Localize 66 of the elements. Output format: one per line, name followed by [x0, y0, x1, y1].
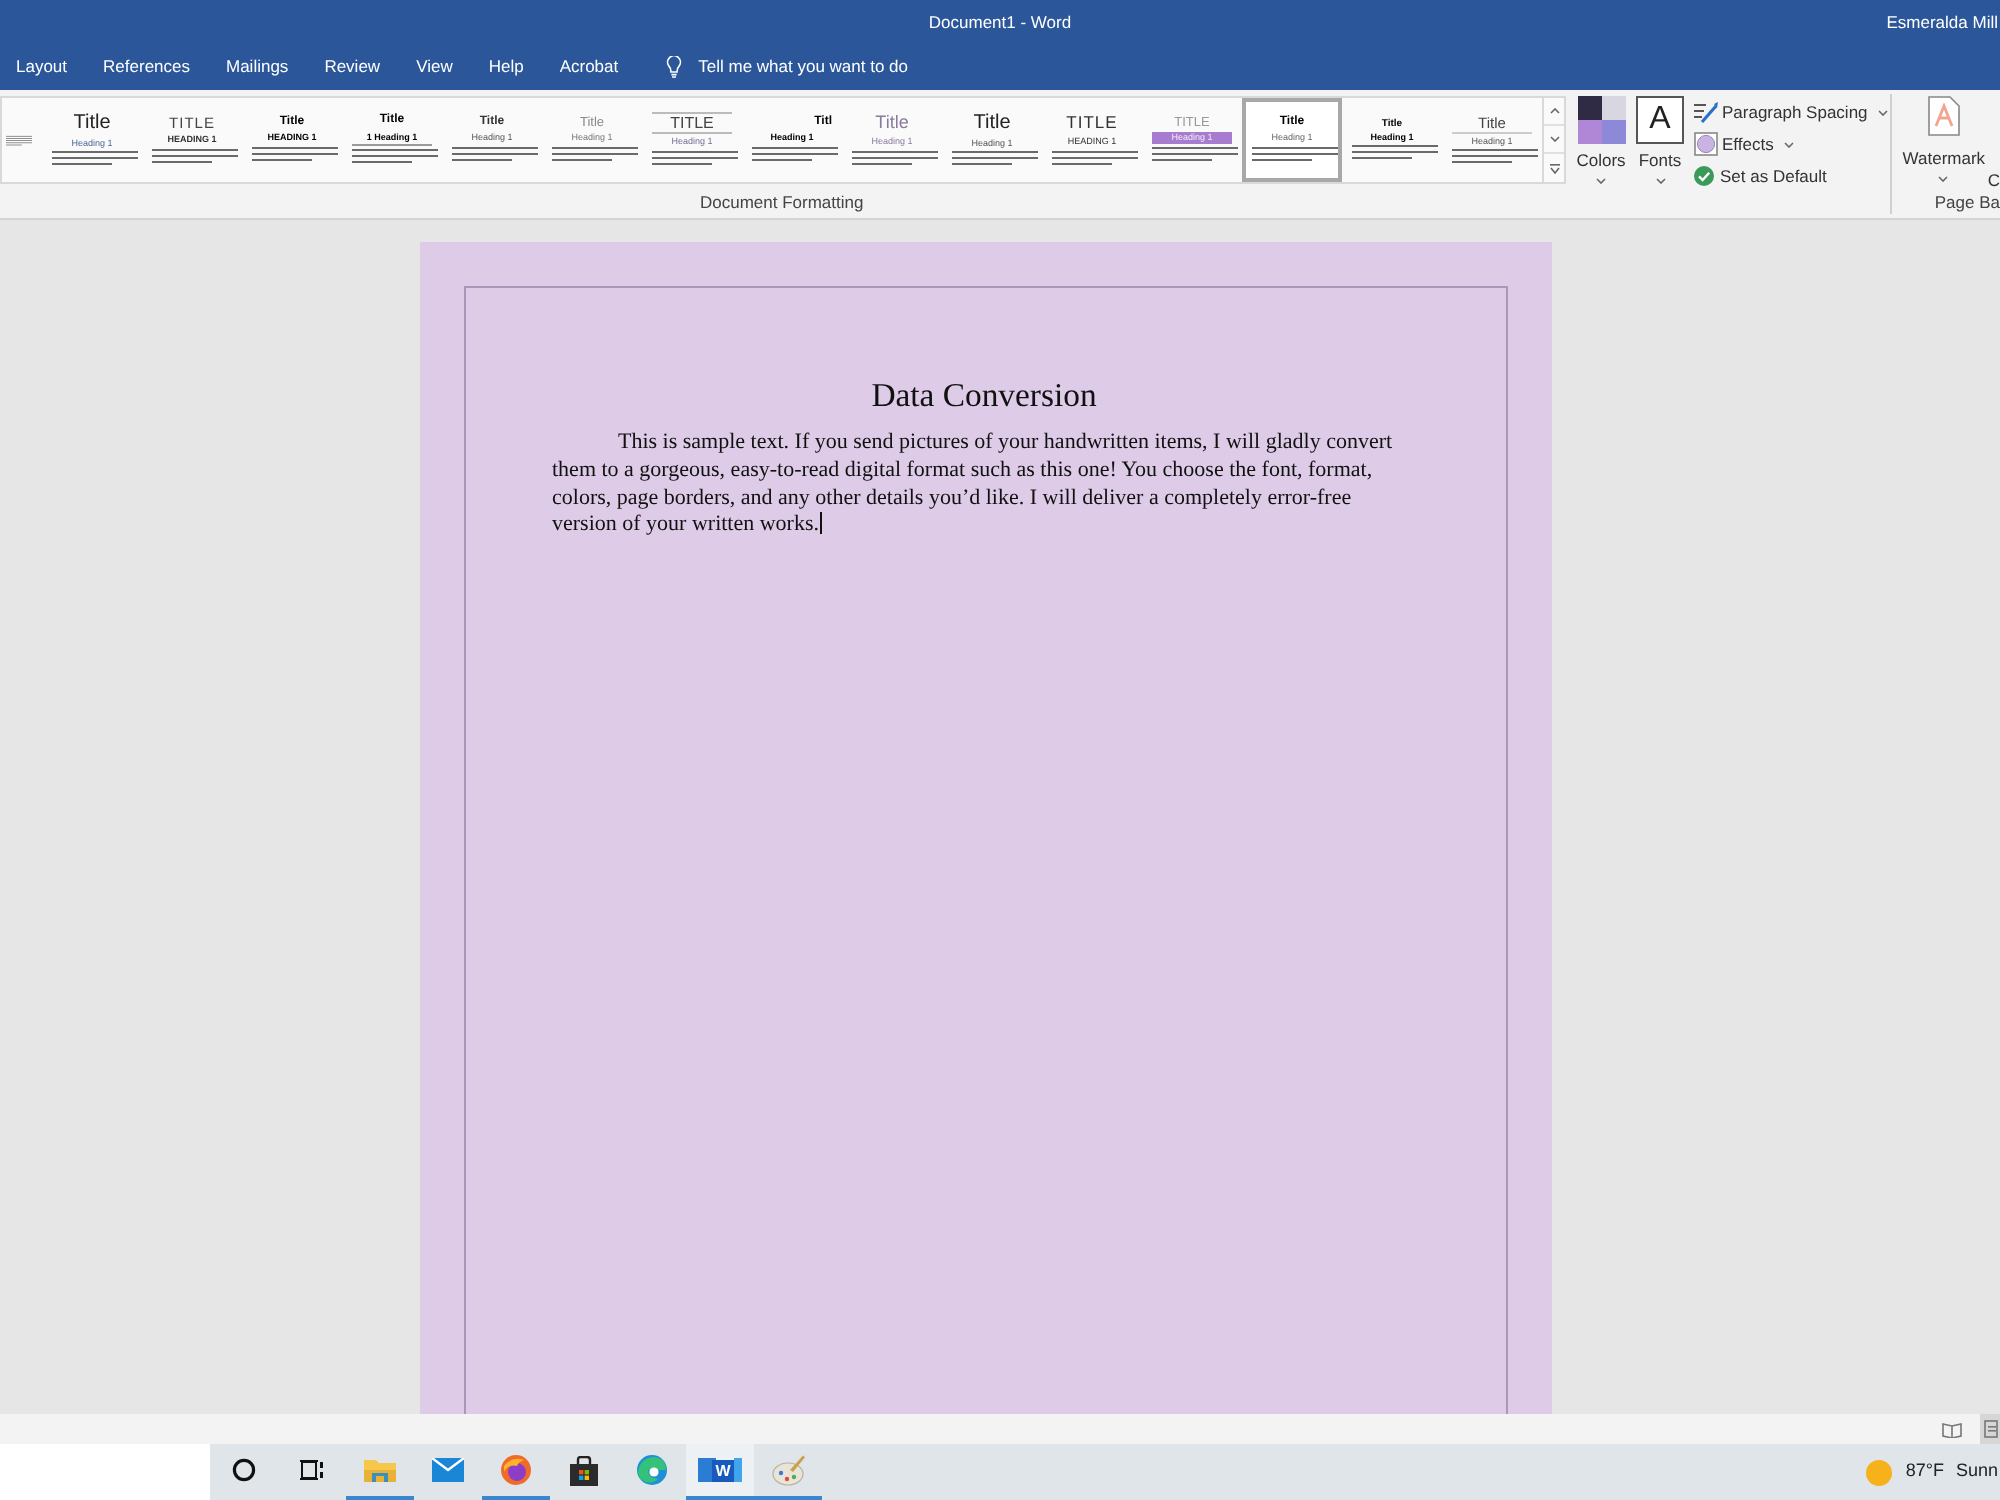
- ribbon-tab[interactable]: View: [408, 47, 461, 87]
- caret-up-icon: [1549, 108, 1559, 114]
- text-lines-icon: [752, 146, 838, 165]
- effects-icon: [1694, 132, 1718, 156]
- user-name: Esmeralda Mill: [1886, 9, 1998, 35]
- document-title: Data Conversion: [869, 376, 1099, 414]
- caret-down-icon: [1938, 176, 1949, 182]
- text-lines-icon: [452, 146, 538, 165]
- text-lines-icon: [352, 147, 438, 166]
- page-color-button[interactable]: C: [1987, 170, 2000, 190]
- paragraph-spacing-button[interactable]: Paragraph Spacing: [1694, 96, 1888, 128]
- window-title: Document1 - Word: [928, 9, 1072, 35]
- ribbon-tab[interactable]: Help: [480, 47, 532, 87]
- wave-browser-icon: [636, 1454, 668, 1486]
- body-paragraph: This is sample text. If you send pictures of your handwritten items, I will gladly convert them to a gorgeous, easy-to-read digital format such as this one! You choose the font, format, colors, page borders, and any other details you’d like. I will deliver a completely error-free version of your written works.: [552, 430, 1395, 541]
- watermark-button[interactable]: Watermark: [1900, 96, 1988, 182]
- text-lines-icon: [52, 150, 138, 169]
- text-lines-icon: [552, 146, 638, 165]
- caret-down-icon: [1655, 178, 1665, 184]
- text-lines-icon: [1452, 148, 1538, 167]
- shopping-bag-icon: [570, 1455, 598, 1485]
- ribbon-tab[interactable]: References: [95, 47, 198, 87]
- text-cursor-icon: [819, 512, 822, 535]
- circle-icon: [232, 1458, 256, 1482]
- tell-me-field[interactable]: Tell me what you want to do: [698, 54, 939, 80]
- mail-icon: [432, 1458, 464, 1482]
- text-lines-icon: [1152, 146, 1238, 165]
- page-icon: [1983, 1420, 1997, 1438]
- watermark-icon: [1927, 96, 1960, 136]
- group-label: Document Formatting: [700, 189, 864, 215]
- caret-down-icon: [1596, 178, 1606, 184]
- weather-condition: Sunn: [1955, 1458, 1998, 1485]
- expand-icon: [1549, 163, 1559, 173]
- task-view-icon: [300, 1458, 324, 1482]
- effects-button[interactable]: Effects: [1694, 128, 1888, 160]
- check-circle-icon: [1694, 166, 1714, 186]
- text-lines-icon: [152, 147, 238, 166]
- lightbulb-icon: [666, 56, 683, 78]
- color-swatch-icon: [1577, 96, 1625, 144]
- sun-icon: [1865, 1459, 1892, 1485]
- caret-down-icon: [1549, 136, 1559, 142]
- taskbar-button[interactable]: W: [686, 1444, 754, 1500]
- text-lines-icon: [1252, 146, 1338, 165]
- palette-icon: [771, 1454, 805, 1486]
- caret-down-icon: [1877, 109, 1888, 115]
- paragraph-spacing-icon: [1694, 101, 1718, 123]
- colors-button[interactable]: Colors: [1574, 96, 1628, 184]
- ribbon-tab[interactable]: Layout: [8, 47, 76, 87]
- text-lines-icon: [1352, 144, 1438, 163]
- text-lines-icon: [252, 146, 338, 165]
- taskbar-search-field[interactable]: [0, 1444, 210, 1500]
- view-button[interactable]: [1980, 1414, 2000, 1444]
- ribbon-tab[interactable]: Acrobat: [551, 47, 627, 87]
- text-lines-icon: [852, 149, 938, 168]
- text-lines-icon: [952, 150, 1038, 169]
- browser-globe-icon: [500, 1454, 532, 1486]
- caret-down-icon: [1783, 141, 1794, 147]
- weather-temperature: 87°F: [1905, 1458, 1944, 1485]
- ribbon-tab[interactable]: Mailings: [218, 47, 297, 87]
- set-as-default-button[interactable]: Set as Default: [1694, 160, 1888, 192]
- folder-icon: [364, 1456, 396, 1484]
- ribbon-tab[interactable]: Review: [316, 47, 389, 87]
- text-lines-icon: [652, 150, 738, 169]
- text-lines-icon: [1052, 149, 1138, 168]
- group-label: Page Ba: [1934, 189, 2000, 215]
- book-icon: [1942, 1421, 1962, 1437]
